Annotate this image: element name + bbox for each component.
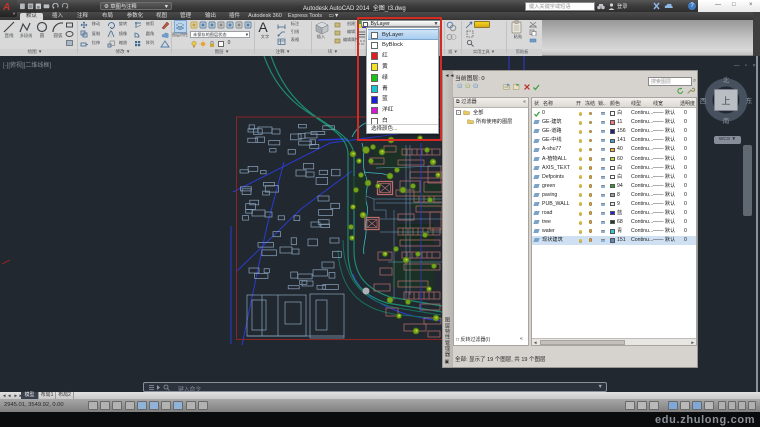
svg-text:东: 东 — [746, 96, 753, 105]
svg-text:北: 北 — [723, 76, 730, 84]
svg-text:上: 上 — [721, 96, 730, 106]
svg-text:西: 西 — [700, 97, 707, 105]
svg-text:南: 南 — [723, 116, 730, 125]
